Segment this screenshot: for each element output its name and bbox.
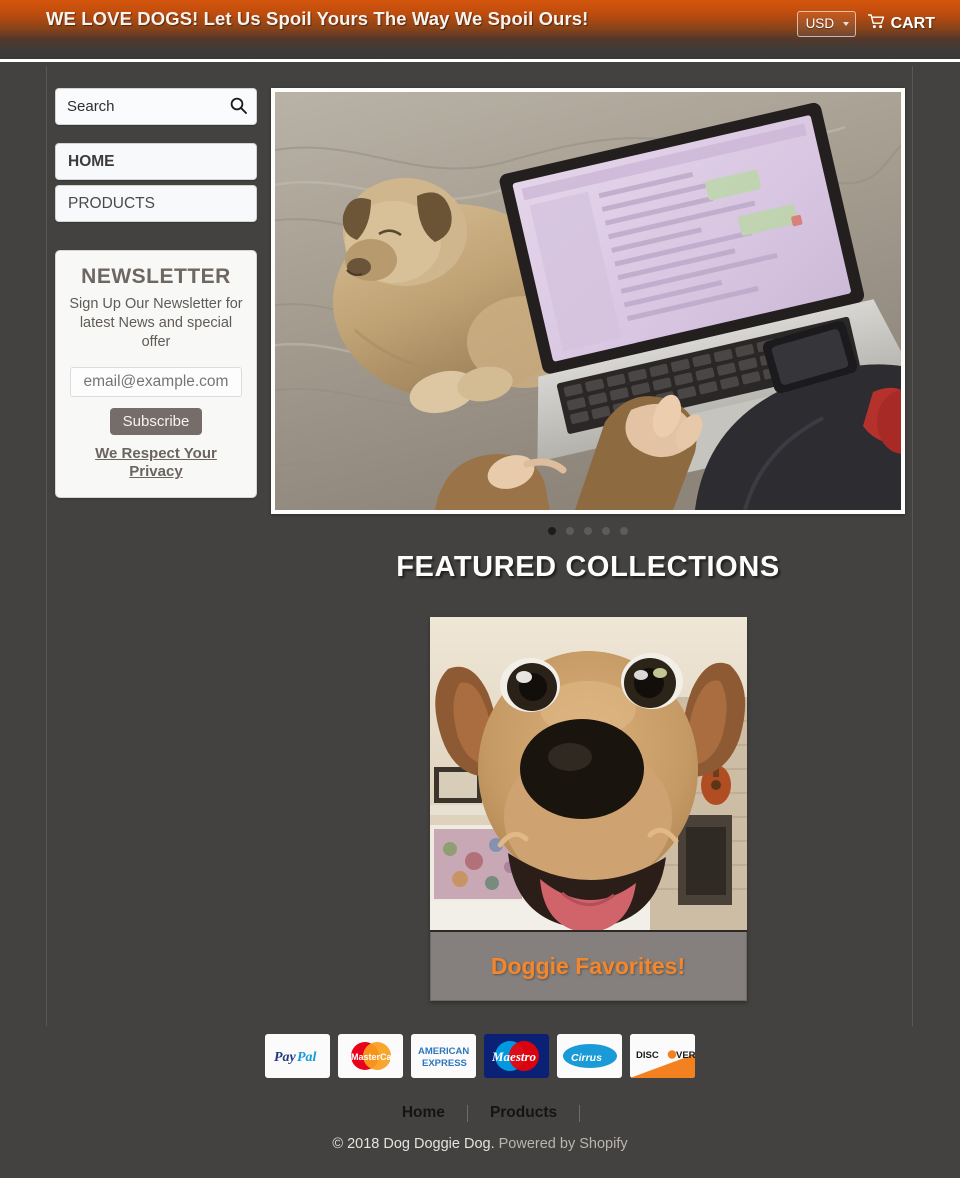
footer-separator	[579, 1104, 581, 1122]
svg-text:EXPRESS: EXPRESS	[422, 1058, 467, 1069]
svg-text:Cirrus: Cirrus	[571, 1052, 602, 1064]
search-box	[55, 88, 257, 125]
sidebar-item-home[interactable]: HOME	[55, 143, 257, 180]
carousel-dot-1[interactable]	[548, 527, 556, 535]
subscribe-button[interactable]: Subscribe	[109, 408, 203, 435]
currency-select[interactable]: USD	[796, 11, 856, 37]
page-title: WE LOVE DOGS! Let Us Spoil Yours The Way…	[46, 8, 589, 29]
collection-image	[429, 617, 747, 932]
copyright-text: © 2018 Dog Doggie Dog.	[332, 1136, 495, 1152]
powered-by: Powered by Shopify	[499, 1136, 628, 1152]
page-body: HOME PRODUCTS NEWSLETTER Sign Up Our New…	[0, 62, 960, 1026]
svg-text:AMERICAN: AMERICAN	[418, 1046, 469, 1057]
shopify-link[interactable]: Powered by Shopify	[499, 1136, 628, 1152]
collection-grid: Doggie Favorites!	[271, 617, 905, 1001]
sidebar-item-products[interactable]: PRODUCTS	[55, 185, 257, 222]
footer-link-home[interactable]: Home	[380, 1104, 467, 1122]
site-header: WE LOVE DOGS! Let Us Spoil Yours The Way…	[0, 0, 960, 62]
carousel-image	[275, 92, 901, 510]
newsletter-heading: NEWSLETTER	[81, 265, 231, 288]
paypal-icon: Pay Pal	[265, 1034, 330, 1078]
svg-text:Pay: Pay	[274, 1050, 297, 1065]
carousel-dot-2[interactable]	[566, 527, 574, 535]
currency-selector-wrap: USD	[796, 11, 856, 37]
cirrus-icon: Cirrus	[557, 1034, 622, 1078]
content-divider-left	[46, 66, 47, 1026]
svg-text:Maestro: Maestro	[491, 1049, 537, 1064]
maestro-icon: Maestro	[484, 1034, 549, 1078]
search-icon	[230, 97, 247, 117]
privacy-link[interactable]: We Respect Your Privacy	[68, 445, 244, 481]
mastercard-icon: MasterCard	[338, 1034, 403, 1078]
amex-icon: AMERICAN EXPRESS	[411, 1034, 476, 1078]
carousel-dot-4[interactable]	[602, 527, 610, 535]
svg-text:VER: VER	[676, 1050, 695, 1061]
header-actions: USD CART	[796, 11, 935, 37]
collection-caption: Doggie Favorites!	[429, 932, 747, 1001]
featured-collections-title: FEATURED COLLECTIONS	[396, 551, 780, 583]
carousel-dots	[271, 527, 905, 535]
carousel-dot-5[interactable]	[620, 527, 628, 535]
search-input[interactable]	[56, 89, 216, 124]
footer-nav: Home Products	[0, 1104, 960, 1122]
svg-text:Pal: Pal	[297, 1050, 317, 1065]
svg-text:MasterCard: MasterCard	[351, 1052, 399, 1062]
newsletter-panel: NEWSLETTER Sign Up Our Newsletter for la…	[55, 250, 257, 498]
search-button[interactable]	[230, 97, 247, 114]
newsletter-description: Sign Up Our Newsletter for latest News a…	[69, 296, 243, 350]
main-content: FEATURED COLLECTIONS Doggie Favorites!	[271, 88, 905, 1001]
collection-title: Doggie Favorites!	[490, 952, 686, 979]
collection-card[interactable]: Doggie Favorites!	[429, 617, 747, 1001]
payment-methods: Pay Pal MasterCard AMERICAN EXPRESS Maes…	[0, 1034, 960, 1078]
hero-carousel[interactable]	[271, 88, 905, 514]
footer-link-products[interactable]: Products	[468, 1104, 579, 1122]
newsletter-email-field[interactable]	[70, 367, 242, 397]
site-footer: Pay Pal MasterCard AMERICAN EXPRESS Maes…	[0, 1034, 960, 1152]
carousel-slide	[275, 92, 901, 510]
cart-link[interactable]: CART	[867, 14, 935, 34]
cart-icon	[867, 14, 885, 34]
discover-icon: DISC VER	[630, 1034, 695, 1078]
carousel-dot-3[interactable]	[584, 527, 592, 535]
copyright: © 2018 Dog Doggie Dog. Powered by Shopif…	[0, 1136, 960, 1152]
content-divider-right	[912, 66, 913, 1026]
sidebar: HOME PRODUCTS NEWSLETTER Sign Up Our New…	[55, 88, 257, 498]
sidebar-nav: HOME PRODUCTS	[55, 143, 257, 222]
collection-photo	[429, 617, 747, 930]
svg-text:DISC: DISC	[636, 1050, 659, 1061]
cart-label: CART	[890, 15, 935, 32]
